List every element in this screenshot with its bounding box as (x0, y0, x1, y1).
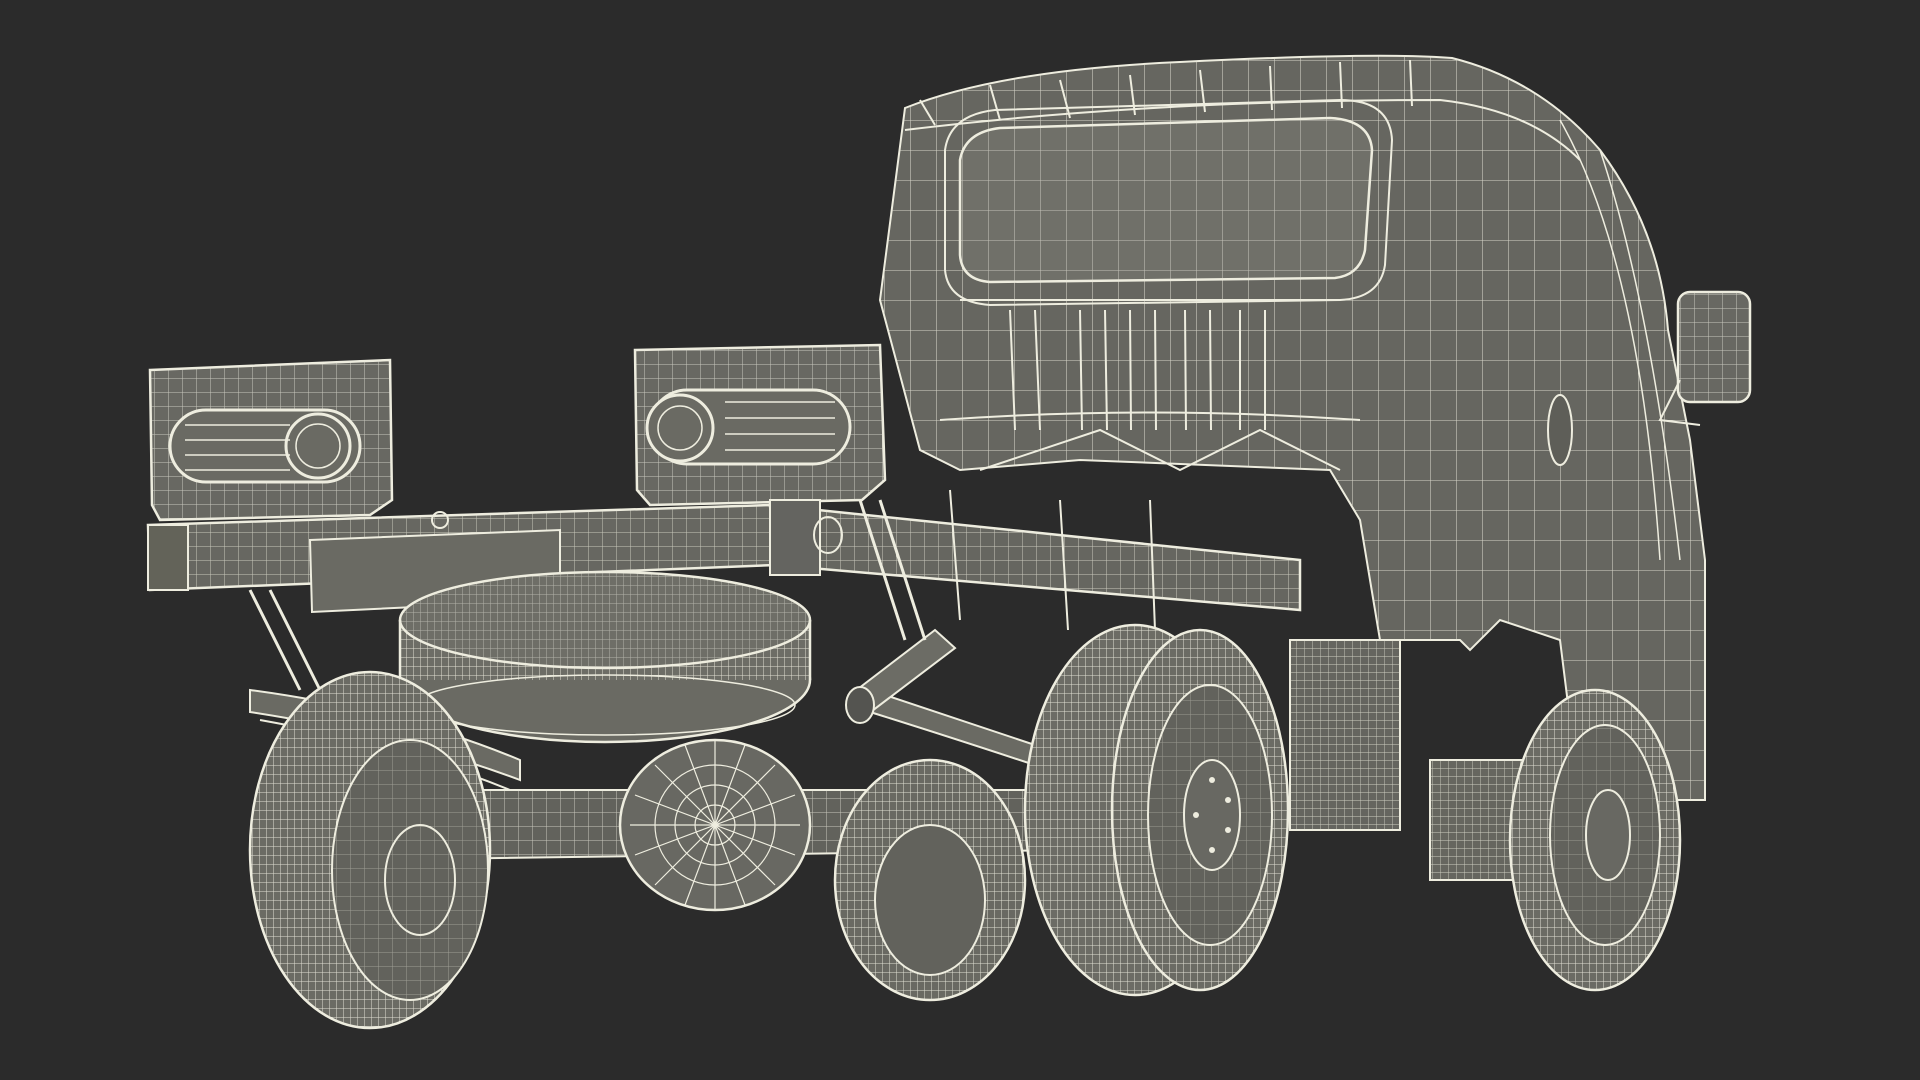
rear-left-wheel (248, 670, 492, 1030)
wireframe-render (0, 0, 1920, 1080)
right-tail-light-round (645, 393, 715, 463)
render-viewport (0, 0, 1920, 1080)
rear-right-wheel (1023, 623, 1290, 997)
spare-tire (398, 570, 812, 744)
front-right-wheel (1508, 688, 1682, 992)
side-marker-lamp (1547, 394, 1573, 466)
rear-inner-wheel (833, 758, 1027, 1002)
